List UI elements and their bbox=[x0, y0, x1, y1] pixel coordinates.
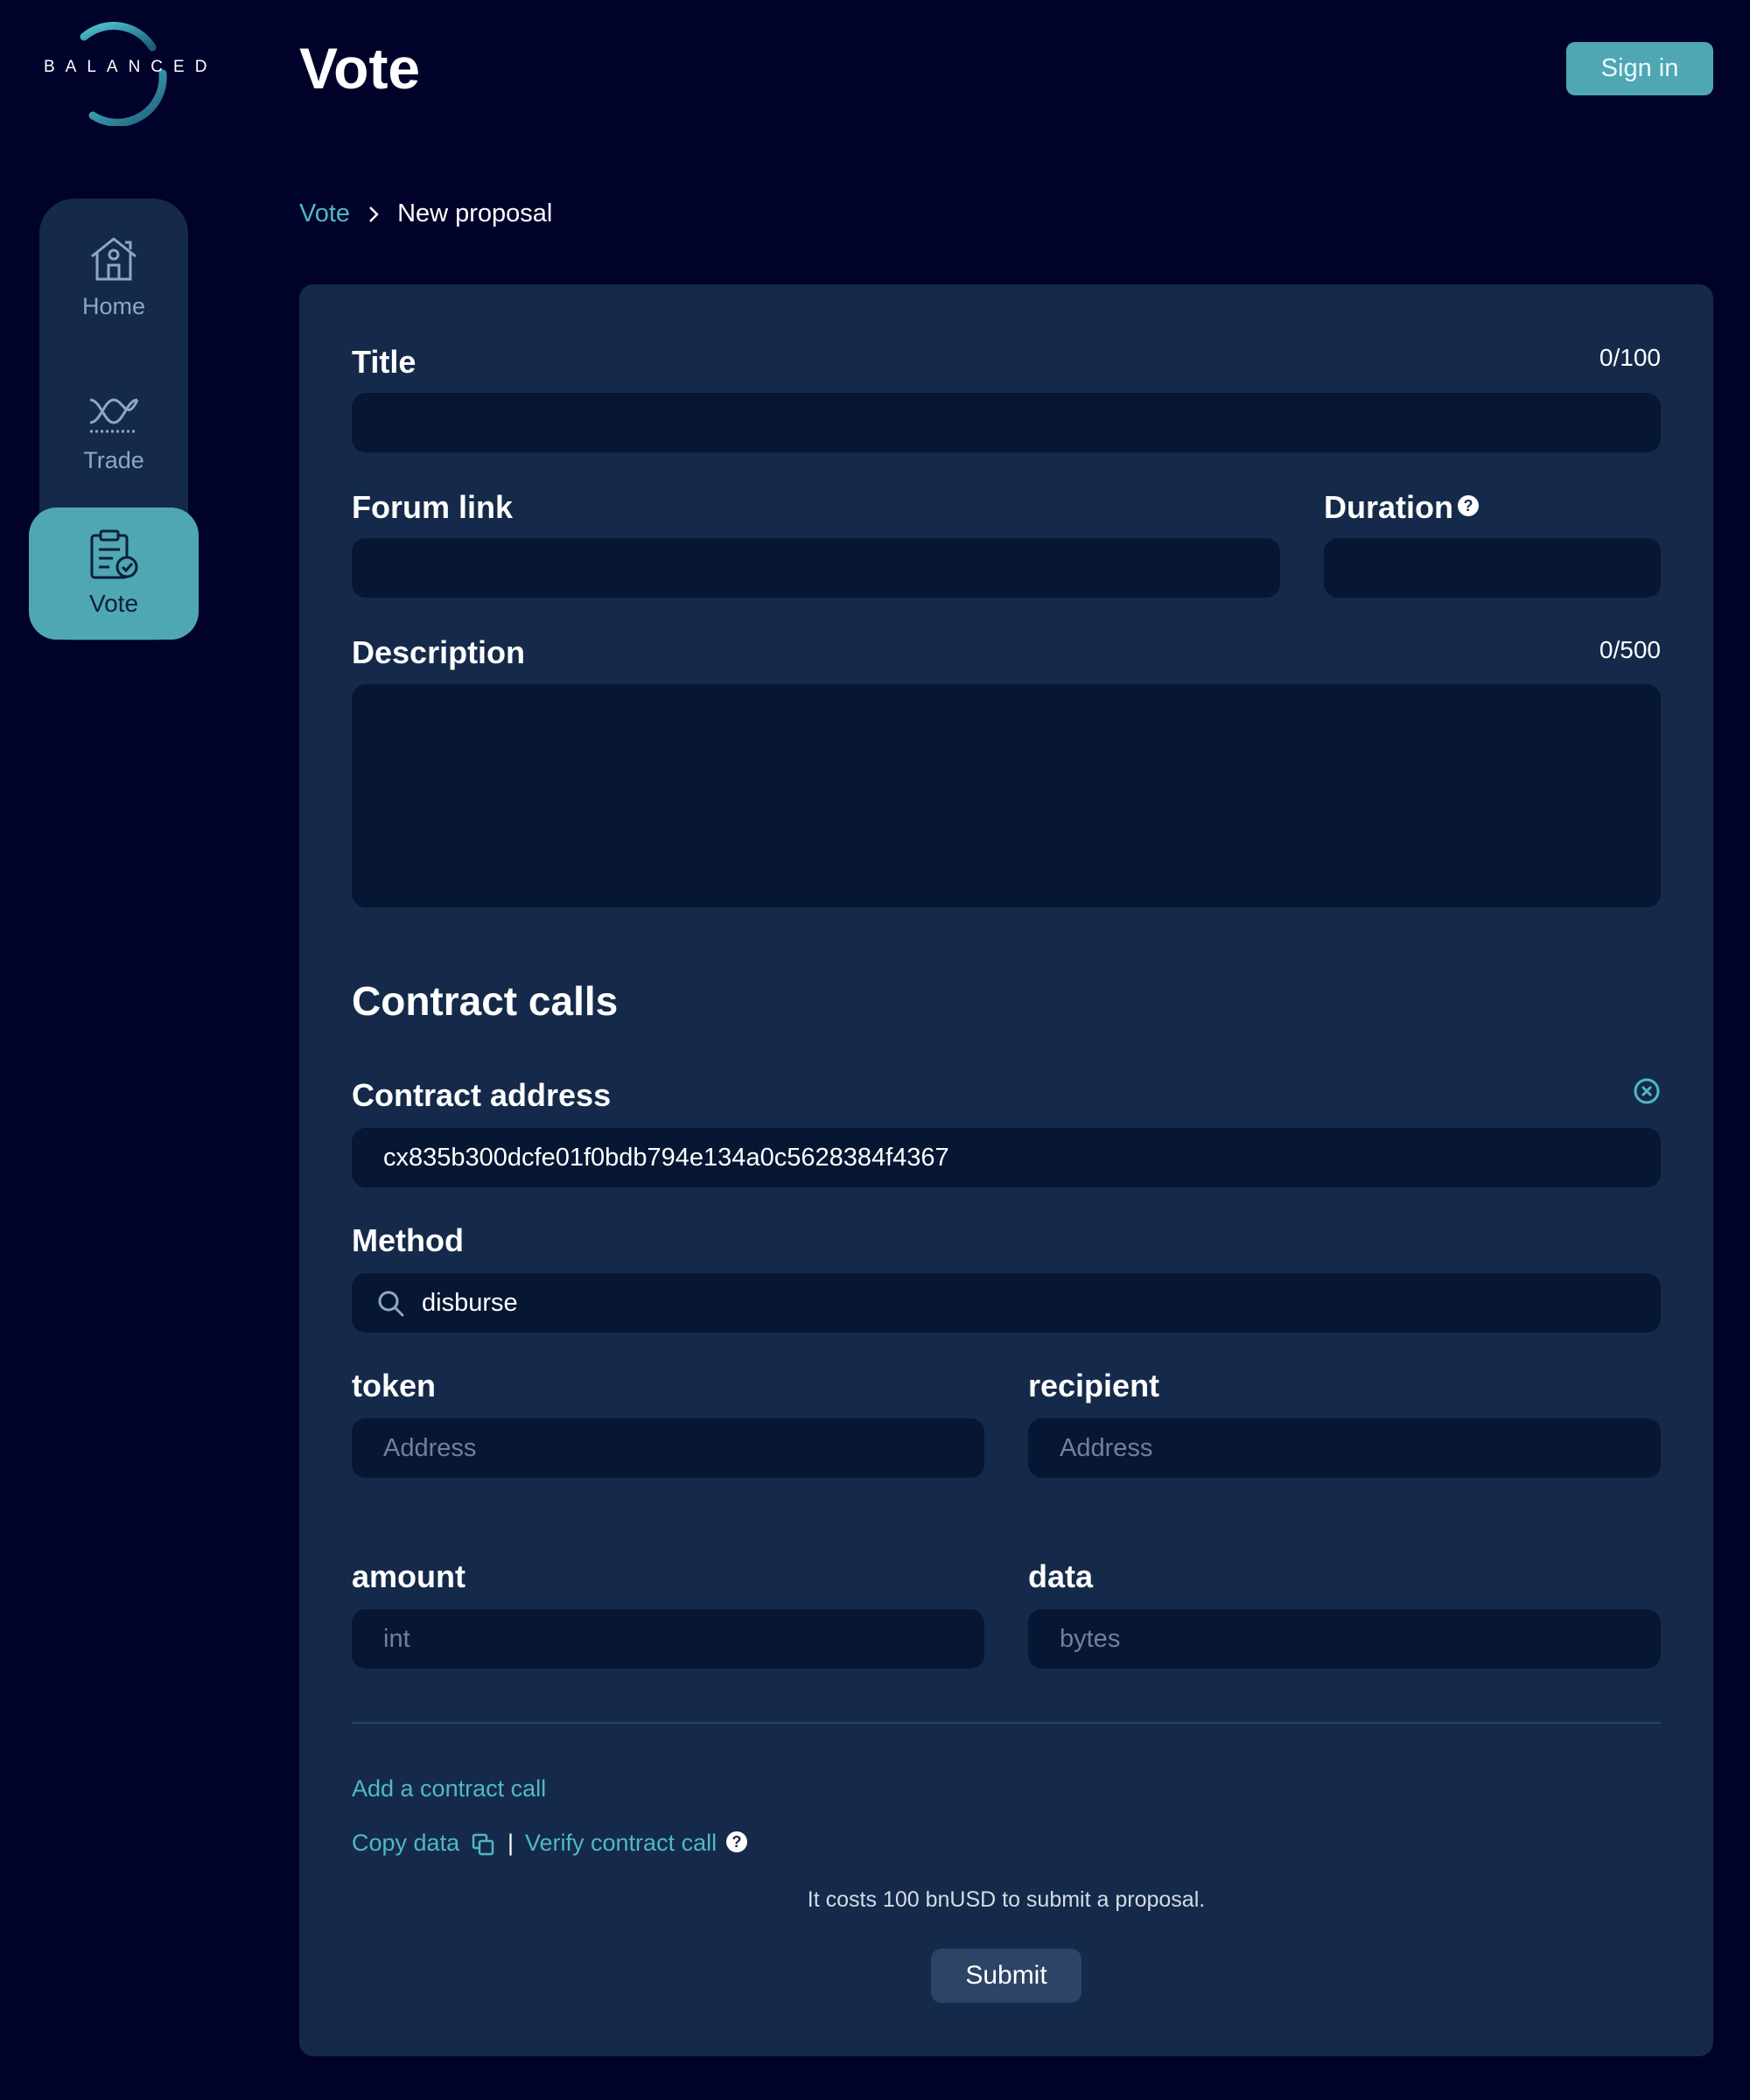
sign-in-button[interactable]: Sign in bbox=[1566, 42, 1713, 95]
cost-note: It costs 100 bnUSD to submit a proposal. bbox=[807, 1887, 1206, 1912]
duration-label: Duration bbox=[1324, 489, 1453, 525]
submit-button[interactable]: Submit bbox=[931, 1949, 1082, 2003]
param-recipient-input[interactable] bbox=[1028, 1418, 1661, 1478]
verify-help-icon[interactable]: ? bbox=[726, 1831, 747, 1852]
trade-icon bbox=[89, 398, 139, 433]
home-icon bbox=[91, 237, 136, 281]
duration-input[interactable] bbox=[1324, 538, 1661, 598]
remove-contract-call-icon[interactable] bbox=[1633, 1077, 1661, 1105]
param-data-input[interactable] bbox=[1028, 1609, 1661, 1669]
copy-icon[interactable] bbox=[471, 1832, 495, 1857]
proposal-form-card: Title 0/100 Forum link Duration ? Descri… bbox=[299, 284, 1713, 2056]
vote-icon bbox=[90, 529, 138, 579]
page-title: Vote bbox=[299, 36, 421, 101]
breadcrumb-link-vote[interactable]: Vote bbox=[299, 200, 350, 228]
nav-label-home: Home bbox=[81, 293, 146, 319]
param-recipient-label: recipient bbox=[1028, 1368, 1160, 1404]
nav-label-vote: Vote bbox=[88, 590, 139, 617]
form-divider bbox=[352, 1722, 1661, 1724]
contract-address-label: Contract address bbox=[352, 1077, 612, 1113]
add-contract-call-link[interactable]: Add a contract call bbox=[352, 1775, 546, 1802]
breadcrumb-current: New proposal bbox=[397, 200, 553, 228]
verify-contract-call-link[interactable]: Verify contract call bbox=[525, 1830, 717, 1857]
title-input[interactable] bbox=[352, 393, 1661, 452]
forum-link-label: Forum link bbox=[352, 489, 514, 525]
param-amount-label: amount bbox=[352, 1558, 466, 1594]
title-label: Title bbox=[352, 344, 416, 380]
description-textarea[interactable] bbox=[352, 684, 1661, 907]
param-token-label: token bbox=[352, 1368, 437, 1404]
param-amount-input[interactable] bbox=[352, 1609, 984, 1669]
logo-text: BALANCED bbox=[44, 58, 218, 76]
nav-label-trade: Trade bbox=[83, 447, 144, 473]
param-data-label: data bbox=[1028, 1558, 1094, 1594]
description-counter: 0/500 bbox=[1599, 636, 1661, 663]
actions-separator: | bbox=[508, 1830, 514, 1856]
forum-link-input[interactable] bbox=[352, 538, 1280, 598]
method-label: Method bbox=[352, 1222, 464, 1258]
contract-address-input[interactable] bbox=[352, 1128, 1661, 1187]
search-icon bbox=[378, 1291, 404, 1317]
duration-help-icon[interactable]: ? bbox=[1458, 495, 1479, 516]
nav-item-home[interactable]: Home bbox=[39, 213, 188, 353]
copy-data-link[interactable]: Copy data bbox=[352, 1830, 459, 1857]
breadcrumb: Vote New proposal bbox=[299, 200, 552, 228]
description-label: Description bbox=[352, 634, 526, 670]
method-search-input[interactable] bbox=[352, 1273, 1661, 1333]
nav-item-vote[interactable]: Vote bbox=[29, 508, 199, 640]
chevron-right-icon bbox=[369, 206, 379, 222]
balanced-logo[interactable]: BALANCED bbox=[33, 12, 218, 126]
title-counter: 0/100 bbox=[1599, 344, 1661, 371]
param-token-input[interactable] bbox=[352, 1418, 984, 1478]
contract-calls-title: Contract calls bbox=[352, 978, 619, 1024]
nav-item-trade[interactable]: Trade bbox=[39, 367, 188, 507]
